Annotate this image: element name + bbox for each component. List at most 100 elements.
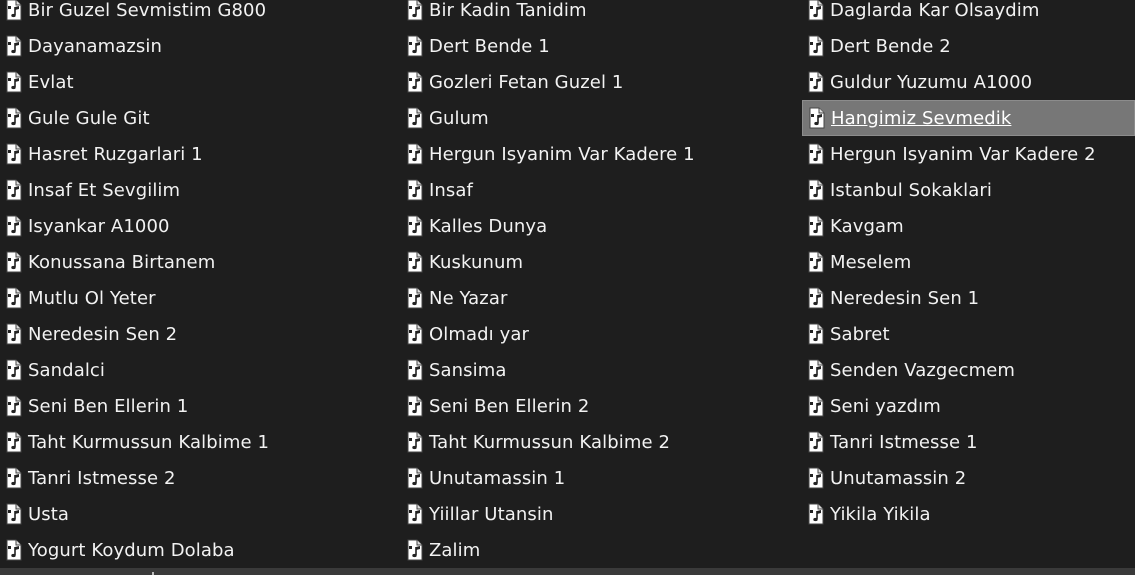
file-item[interactable]: Gozleri Fetan Guzel 1 bbox=[401, 64, 802, 100]
file-label: Zalim bbox=[429, 539, 481, 561]
file-item[interactable]: Konussana Birtanem bbox=[0, 244, 401, 280]
file-label: Meselem bbox=[830, 251, 912, 273]
audio-file-icon bbox=[4, 34, 24, 58]
file-label: Sansima bbox=[429, 359, 507, 381]
file-item[interactable]: Insaf Et Sevgilim bbox=[0, 172, 401, 208]
audio-file-icon bbox=[405, 538, 425, 562]
file-item[interactable]: Mutlu Ol Yeter bbox=[0, 280, 401, 316]
file-label: Mutlu Ol Yeter bbox=[28, 287, 156, 309]
file-item[interactable]: Meselem bbox=[802, 244, 1135, 280]
file-item[interactable]: Dayanamazsin bbox=[0, 28, 401, 64]
file-label: Hergun Isyanim Var Kadere 2 bbox=[830, 143, 1096, 165]
file-label: Tanri Istmesse 2 bbox=[28, 467, 176, 489]
file-item[interactable]: Gule Gule Git bbox=[0, 100, 401, 136]
file-label: Taht Kurmussun Kalbime 1 bbox=[28, 431, 269, 453]
file-item[interactable]: Guldur Yuzumu A1000 bbox=[802, 64, 1135, 100]
file-item[interactable]: Tanri Istmesse 1 bbox=[802, 424, 1135, 460]
audio-file-icon bbox=[4, 394, 24, 418]
file-item[interactable]: Unutamassin 1 bbox=[401, 460, 802, 496]
file-item[interactable]: Yiillar Utansin bbox=[401, 496, 802, 532]
file-item[interactable]: Dert Bende 2 bbox=[802, 28, 1135, 64]
file-item[interactable]: Neredesin Sen 2 bbox=[0, 316, 401, 352]
file-item[interactable]: Unutamassin 2 bbox=[802, 460, 1135, 496]
file-label: Hergun Isyanim Var Kadere 1 bbox=[429, 143, 695, 165]
audio-file-icon bbox=[4, 466, 24, 490]
file-item[interactable]: Daglarda Kar Olsaydim bbox=[802, 0, 1135, 28]
audio-file-icon bbox=[4, 70, 24, 94]
file-label: Usta bbox=[28, 503, 70, 525]
audio-file-icon bbox=[4, 538, 24, 562]
file-item[interactable]: Sansima bbox=[401, 352, 802, 388]
file-label: Dert Bende 1 bbox=[429, 35, 550, 57]
audio-file-icon bbox=[4, 430, 24, 454]
file-label: Gozleri Fetan Guzel 1 bbox=[429, 71, 624, 93]
audio-file-icon bbox=[405, 502, 425, 526]
file-item[interactable]: Taht Kurmussun Kalbime 1 bbox=[0, 424, 401, 460]
file-item[interactable]: Isyankar A1000 bbox=[0, 208, 401, 244]
file-item[interactable]: Hergun Isyanim Var Kadere 1 bbox=[401, 136, 802, 172]
audio-file-icon bbox=[806, 178, 826, 202]
file-item[interactable]: Hasret Ruzgarlari 1 bbox=[0, 136, 401, 172]
file-item[interactable]: Kuskunum bbox=[401, 244, 802, 280]
file-item[interactable]: Zalim bbox=[401, 532, 802, 568]
file-item[interactable]: Hergun Isyanim Var Kadere 2 bbox=[802, 136, 1135, 172]
file-item[interactable]: Usta bbox=[0, 496, 401, 532]
file-item[interactable]: Neredesin Sen 1 bbox=[802, 280, 1135, 316]
file-item[interactable]: Tanri Istmesse 2 bbox=[0, 460, 401, 496]
audio-file-icon bbox=[4, 214, 24, 238]
file-item[interactable]: Gulum bbox=[401, 100, 802, 136]
audio-file-icon bbox=[806, 286, 826, 310]
audio-file-icon bbox=[405, 358, 425, 382]
file-label: Sandalci bbox=[28, 359, 106, 381]
audio-file-icon bbox=[405, 0, 425, 22]
file-label: Guldur Yuzumu A1000 bbox=[830, 71, 1033, 93]
file-label: Kavgam bbox=[830, 215, 904, 237]
file-label: Isyankar A1000 bbox=[28, 215, 170, 237]
audio-file-icon bbox=[405, 466, 425, 490]
file-label: Tanri Istmesse 1 bbox=[830, 431, 978, 453]
audio-file-icon bbox=[4, 502, 24, 526]
file-label: Taht Kurmussun Kalbime 2 bbox=[429, 431, 670, 453]
file-item[interactable]: Taht Kurmussun Kalbime 2 bbox=[401, 424, 802, 460]
file-item[interactable]: Senden Vazgecmem bbox=[802, 352, 1135, 388]
audio-file-icon bbox=[405, 430, 425, 454]
file-label: Ne Yazar bbox=[429, 287, 508, 309]
file-item[interactable]: Sabret bbox=[802, 316, 1135, 352]
file-item[interactable]: Bir Kadin Tanidim bbox=[401, 0, 802, 28]
audio-file-icon bbox=[405, 106, 425, 130]
file-label: Konussana Birtanem bbox=[28, 251, 216, 273]
file-label: Seni Ben Ellerin 1 bbox=[28, 395, 189, 417]
audio-file-icon bbox=[405, 250, 425, 274]
file-item[interactable]: Sandalci bbox=[0, 352, 401, 388]
horizontal-scrollbar[interactable] bbox=[0, 568, 1135, 575]
file-item[interactable]: Kavgam bbox=[802, 208, 1135, 244]
file-list[interactable]: Bir Guzel Sevmistim G800 Dayanamazsin Evla… bbox=[0, 0, 1135, 568]
file-item[interactable]: Dert Bende 1 bbox=[401, 28, 802, 64]
file-item[interactable]: Seni Ben Ellerin 1 bbox=[0, 388, 401, 424]
file-item[interactable]: Olmadı yar bbox=[401, 316, 802, 352]
file-label: Insaf bbox=[429, 179, 473, 201]
file-label: Hasret Ruzgarlari 1 bbox=[28, 143, 203, 165]
file-item[interactable]: Seni yazdım bbox=[802, 388, 1135, 424]
audio-file-icon bbox=[4, 178, 24, 202]
file-item[interactable]: Yikila Yikila bbox=[802, 496, 1135, 532]
file-label: Neredesin Sen 1 bbox=[830, 287, 980, 309]
audio-file-icon bbox=[806, 322, 826, 346]
file-item[interactable]: Yogurt Koydum Dolaba bbox=[0, 532, 401, 568]
file-item[interactable]: Evlat bbox=[0, 64, 401, 100]
file-item[interactable]: Bir Guzel Sevmistim G800 bbox=[0, 0, 401, 28]
audio-file-icon bbox=[4, 250, 24, 274]
file-label: Neredesin Sen 2 bbox=[28, 323, 178, 345]
file-label: Kalles Dunya bbox=[429, 215, 548, 237]
file-item[interactable]: Istanbul Sokaklari bbox=[802, 172, 1135, 208]
audio-file-icon bbox=[806, 466, 826, 490]
file-item[interactable]: Insaf bbox=[401, 172, 802, 208]
file-label: Evlat bbox=[28, 71, 74, 93]
audio-file-icon bbox=[4, 322, 24, 346]
file-item[interactable]: Hangimiz Sevmedik bbox=[802, 100, 1135, 136]
audio-file-icon bbox=[405, 214, 425, 238]
file-label: Istanbul Sokaklari bbox=[830, 179, 992, 201]
file-item[interactable]: Kalles Dunya bbox=[401, 208, 802, 244]
file-item[interactable]: Seni Ben Ellerin 2 bbox=[401, 388, 802, 424]
file-item[interactable]: Ne Yazar bbox=[401, 280, 802, 316]
